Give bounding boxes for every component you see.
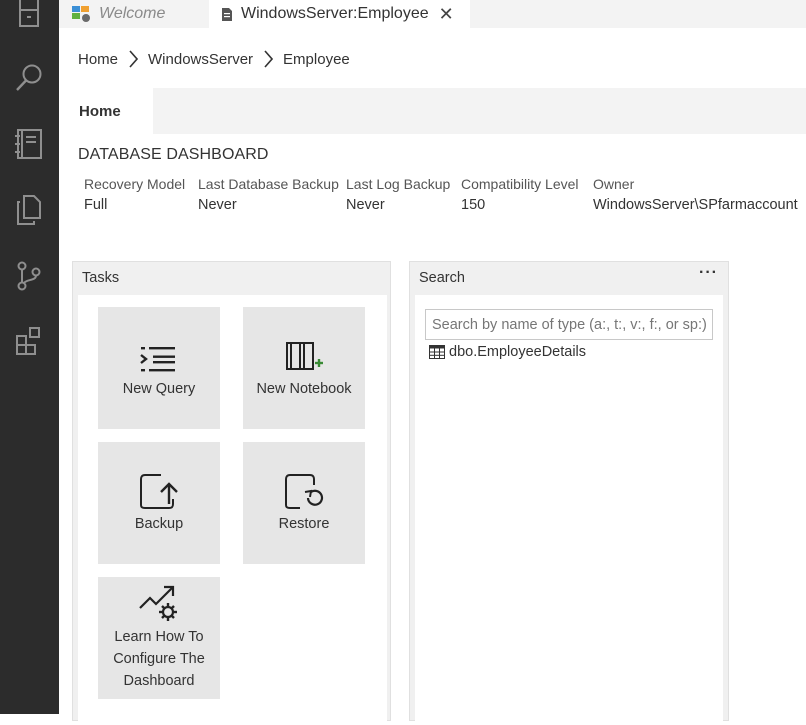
property-label: Last Log Backup	[346, 176, 451, 192]
new-query-label: New Query	[122, 381, 196, 397]
restore-button[interactable]: Restore	[243, 442, 365, 564]
search-result-label: dbo.EmployeeDetails	[449, 344, 587, 360]
search-widget: Search ··· dbo.EmployeeDetails	[409, 261, 729, 725]
tab-employee-dashboard[interactable]: WindowsServer:Employee ✕	[209, 0, 470, 28]
backup-icon	[139, 471, 179, 509]
property-value: 150	[461, 197, 486, 213]
tasks-widget: Tasks New Query New Notebook Backup Rest…	[72, 261, 391, 725]
chevron-right-icon	[128, 50, 139, 68]
tab-welcome-label: Welcome	[99, 5, 166, 22]
more-actions-icon[interactable]: ···	[699, 264, 718, 282]
new-notebook-button[interactable]: New Notebook	[243, 307, 365, 429]
welcome-icon	[71, 5, 91, 23]
search-input[interactable]	[425, 309, 713, 340]
backup-label: Backup	[134, 516, 184, 532]
breadcrumb: Home WindowsServer Employee	[78, 46, 350, 72]
property-last-log-backup: Last Log Backup Never	[346, 174, 450, 216]
property-label: Recovery Model	[84, 176, 186, 192]
activity-bar	[0, 0, 59, 714]
search-widget-body: dbo.EmployeeDetails	[415, 295, 723, 725]
tab-welcome[interactable]: Welcome	[59, 0, 209, 28]
property-label: Compatibility Level	[461, 176, 579, 192]
breadcrumb-home[interactable]: Home	[78, 51, 118, 68]
new-query-icon	[139, 336, 179, 374]
new-notebook-label: New Notebook	[256, 381, 352, 397]
learn-configure-dashboard-label: Learn How To Configure The Dashboard	[113, 629, 205, 689]
property-value: WindowsServer\SPfarmaccount	[593, 197, 798, 213]
learn-configure-dashboard-button[interactable]: Learn How To Configure The Dashboard	[98, 577, 220, 699]
notebooks-icon[interactable]	[12, 127, 46, 161]
dashboard-title: DATABASE DASHBOARD	[78, 146, 269, 163]
dashboard-tabbar: Home	[59, 88, 806, 134]
breadcrumb-server[interactable]: WindowsServer	[148, 51, 253, 68]
tab-home[interactable]: Home	[59, 88, 153, 134]
property-value: Full	[84, 197, 108, 213]
property-recovery-model: Recovery Model Full	[84, 174, 185, 216]
property-label: Owner	[593, 176, 635, 192]
property-compatibility-level: Compatibility Level 150	[461, 174, 579, 216]
property-value: Never	[198, 197, 237, 213]
search-result-item[interactable]: dbo.EmployeeDetails	[429, 344, 586, 360]
copy-files-icon[interactable]	[12, 193, 46, 227]
tasks-widget-body: New Query New Notebook Backup Restore Le…	[78, 295, 387, 725]
property-owner: Owner WindowsServer\SPfarmaccount	[593, 174, 798, 216]
backup-button[interactable]: Backup	[98, 442, 220, 564]
extensions-icon[interactable]	[12, 324, 46, 358]
table-icon	[429, 345, 445, 359]
close-tab-icon[interactable]: ✕	[439, 4, 454, 25]
document-icon	[221, 7, 233, 22]
tasks-widget-title: Tasks	[82, 270, 120, 286]
new-query-button[interactable]: New Query	[98, 307, 220, 429]
configure-dashboard-icon	[138, 584, 180, 622]
chevron-right-icon	[263, 50, 274, 68]
editor-tab-strip: Welcome WindowsServer:Employee ✕	[59, 0, 806, 28]
restore-label: Restore	[278, 516, 330, 532]
property-label: Last Database Backup	[198, 176, 339, 192]
breadcrumb-database[interactable]: Employee	[283, 51, 350, 68]
source-control-icon[interactable]	[12, 259, 46, 293]
search-icon[interactable]	[12, 61, 46, 95]
property-last-database-backup: Last Database Backup Never	[198, 174, 339, 216]
restore-icon	[284, 471, 324, 509]
property-value: Never	[346, 197, 385, 213]
tab-employee-label: WindowsServer:Employee	[241, 5, 429, 22]
explorer-icon[interactable]	[12, 0, 46, 32]
new-notebook-icon	[283, 336, 325, 374]
search-widget-title: Search	[419, 270, 465, 286]
